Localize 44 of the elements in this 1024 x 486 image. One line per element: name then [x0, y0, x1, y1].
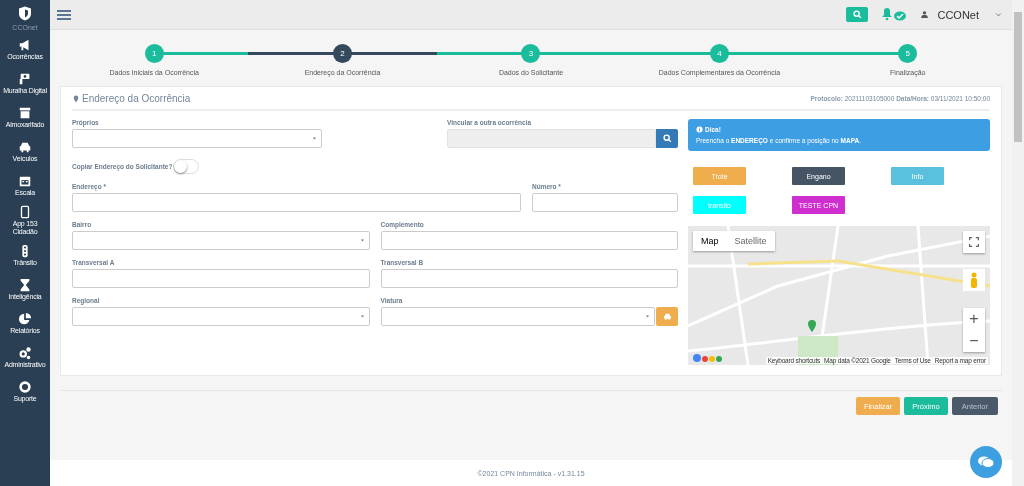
text-field[interactable] [380, 231, 678, 250]
dropdown-caret-icon [359, 238, 365, 243]
vehicle-button[interactable] [656, 307, 678, 326]
car-icon [18, 140, 32, 155]
hourglass-icon [18, 277, 32, 292]
dropdown-caret-icon [645, 314, 650, 319]
user-icon [920, 10, 930, 19]
pie-chart-icon [18, 311, 32, 326]
notification-bell-icon [880, 8, 907, 21]
car-icon [662, 312, 672, 321]
text-field[interactable] [72, 193, 521, 212]
shield-logo-icon [17, 5, 33, 22]
zoom-out-button[interactable]: − [963, 330, 985, 352]
search-icon [852, 10, 862, 19]
phone-icon [18, 205, 32, 219]
pegman-icon[interactable] [963, 269, 985, 291]
chat-bubbles-icon [977, 455, 995, 469]
dropdown-caret-icon [359, 314, 365, 319]
map-type-tab[interactable]: Satellite [726, 231, 775, 251]
calendar-icon [18, 174, 32, 189]
toggle-switch[interactable] [173, 159, 200, 174]
dropdown-field[interactable] [72, 307, 370, 326]
map-type-tab[interactable]: Map [693, 231, 727, 251]
scrollbar-thumb[interactable] [1014, 12, 1022, 142]
info-icon [696, 126, 703, 133]
fullscreen-icon[interactable] [963, 231, 985, 253]
map-marker-icon [72, 93, 80, 104]
caret-icon [995, 11, 1002, 18]
dropdown-field[interactable] [72, 231, 370, 250]
text-field[interactable] [532, 193, 678, 212]
user-name[interactable]: CCONet [937, 8, 979, 21]
search-button[interactable] [656, 129, 678, 148]
text-field[interactable] [380, 269, 678, 288]
dropdown-field[interactable] [72, 129, 322, 148]
card-title: Endereço da Ocorrência [82, 93, 191, 104]
search-icon [662, 134, 672, 143]
zoom-in-button[interactable]: + [963, 308, 985, 330]
dropdown-caret-icon [312, 136, 317, 141]
box-icon [18, 106, 32, 121]
search-button[interactable] [846, 7, 869, 22]
dropdown-field[interactable] [380, 307, 655, 326]
step-circle[interactable]: 2 [333, 44, 353, 63]
megaphone-icon [18, 38, 32, 53]
text-field[interactable] [72, 269, 370, 288]
